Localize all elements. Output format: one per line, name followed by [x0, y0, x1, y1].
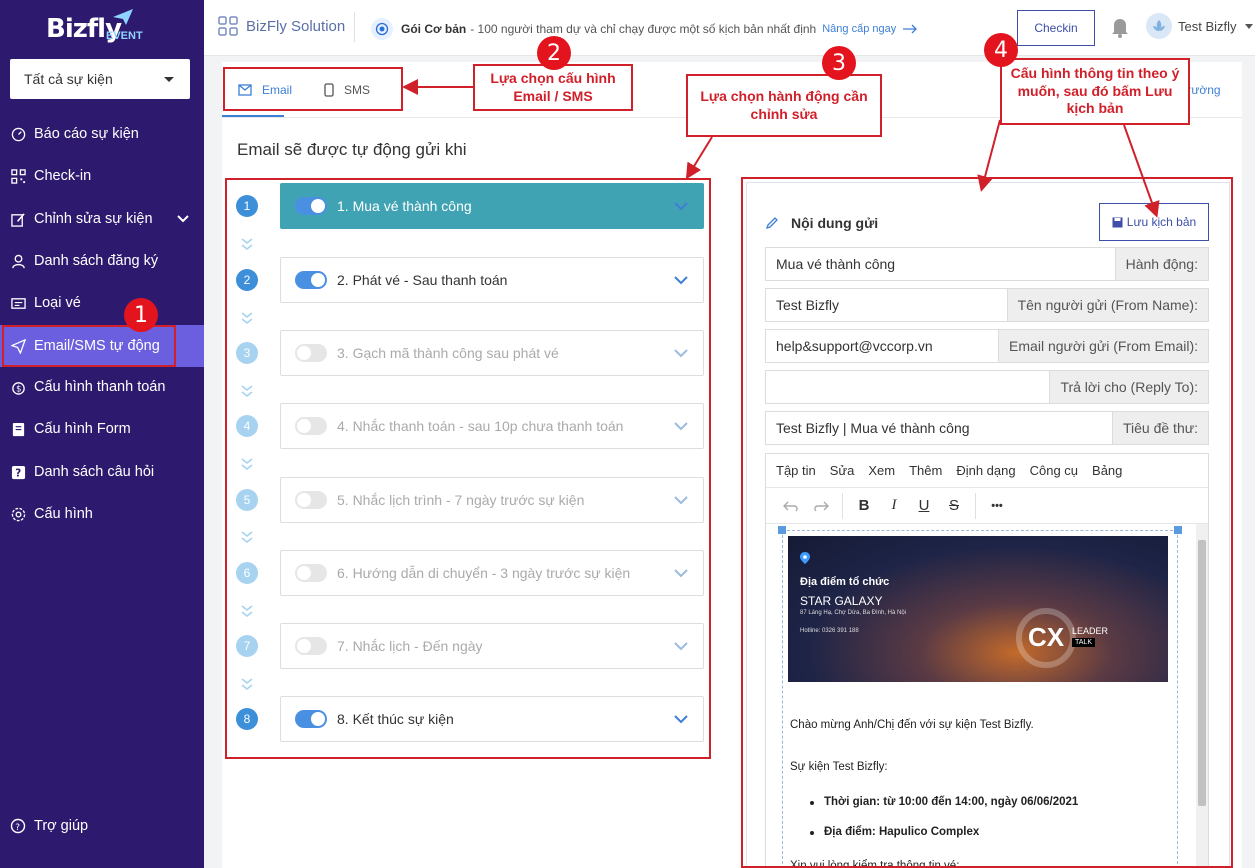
grid-apps-icon	[218, 16, 238, 36]
qr-icon	[10, 168, 26, 184]
caret-down-icon	[1244, 23, 1253, 29]
sidebar-item-edit-event[interactable]: Chỉnh sửa sự kiện	[0, 199, 204, 239]
sidebar-item-reports[interactable]: Báo cáo sự kiện	[0, 114, 204, 154]
sidebar-item-label: Báo cáo sự kiện	[34, 126, 139, 142]
step-badge-2: 2	[537, 36, 571, 70]
user-menu[interactable]: Test Bizfly	[1146, 13, 1253, 39]
question-icon: ?	[10, 464, 26, 480]
solution-switcher[interactable]: BizFly Solution	[218, 16, 345, 36]
sidebar-item-registrations[interactable]: Danh sách đăng ký	[0, 241, 204, 281]
sidebar-item-label: Loại vé	[34, 295, 81, 311]
step-badge-1: 1	[124, 298, 158, 332]
highlight-box-panel	[741, 177, 1233, 868]
svg-text:?: ?	[15, 467, 21, 479]
sidebar-item-label: Cấu hình	[34, 506, 93, 522]
form-icon	[10, 421, 26, 437]
highlight-box-tabs	[223, 67, 403, 111]
section-title: Email sẽ được tự động gửi khi	[237, 140, 467, 159]
sidebar-item-label: Chỉnh sửa sự kiện	[34, 211, 153, 227]
edit-icon	[10, 211, 26, 227]
callout-3: Lựa chọn hành động cần chỉnh sửa	[686, 74, 882, 137]
divider	[354, 12, 355, 42]
event-select[interactable]: Tất cả sự kiện	[10, 59, 190, 99]
gear-icon	[10, 506, 26, 522]
arrow-right-icon[interactable]	[902, 24, 918, 34]
solution-label: BizFly Solution	[246, 17, 346, 35]
sidebar-item-label: Check-in	[34, 168, 92, 184]
user-name: Test Bizfly	[1178, 18, 1237, 34]
user-icon	[10, 253, 26, 269]
caret-down-icon	[164, 77, 174, 82]
avatar	[1146, 13, 1172, 39]
plan-info: Gói Cơ bản - 100 người tham dự và chỉ ch…	[371, 18, 918, 40]
sidebar-item-form-config[interactable]: Cấu hình Form	[0, 409, 204, 449]
help-icon: ?	[10, 818, 26, 834]
bell-icon[interactable]	[1110, 16, 1130, 38]
help-link[interactable]: ? Trợ giúp	[10, 818, 88, 834]
callout-2: Lựa chọn cấu hình Email / SMS	[473, 64, 633, 111]
event-select-value: Tất cả sự kiện	[24, 71, 113, 87]
sidebar: Bizfly EVENT Tất cả sự kiện Báo cáo sự k…	[0, 0, 204, 868]
chevron-down-icon	[177, 215, 189, 223]
highlight-box-steps	[225, 178, 711, 759]
checkin-button[interactable]: Checkin	[1017, 10, 1095, 46]
help-label: Trợ giúp	[34, 818, 89, 834]
ticket-icon	[10, 295, 26, 311]
step-badge-4: 4	[984, 33, 1018, 67]
plan-name: Gói Cơ bản	[401, 22, 467, 36]
sidebar-item-questions[interactable]: ? Danh sách câu hỏi	[0, 452, 204, 492]
callout-4: Cấu hình thông tin theo ý muốn, sau đó b…	[1000, 58, 1190, 125]
sidebar-item-label: Cấu hình thanh toán	[34, 379, 166, 395]
logo-sub-text: EVENT	[106, 30, 143, 42]
top-bar: BizFly Solution Gói Cơ bản - 100 người t…	[204, 0, 1255, 56]
sidebar-item-label: Danh sách đăng ký	[34, 253, 159, 269]
broadcast-icon	[371, 18, 393, 40]
paper-plane-icon	[113, 9, 133, 25]
upgrade-link[interactable]: Nâng cấp ngay	[822, 23, 896, 35]
step-badge-3: 3	[822, 46, 856, 80]
sidebar-item-settings[interactable]: Cấu hình	[0, 494, 204, 534]
svg-text:?: ?	[15, 823, 20, 833]
sidebar-item-label: Danh sách câu hỏi	[34, 464, 155, 480]
plan-desc: - 100 người tham dự và chỉ chạy được một…	[470, 22, 817, 36]
money-icon: $	[10, 379, 26, 395]
sidebar-item-ticket-types[interactable]: Loại vé	[0, 283, 204, 323]
bizfly-logo[interactable]: Bizfly EVENT	[46, 8, 166, 44]
sidebar-item-payment[interactable]: $ Cấu hình thanh toán	[0, 367, 204, 407]
sidebar-item-checkin[interactable]: Check-in	[0, 156, 204, 196]
sidebar-item-label: Cấu hình Form	[34, 421, 131, 437]
svg-text:$: $	[16, 383, 21, 393]
highlight-box-sidebar	[2, 325, 176, 367]
gauge-icon	[10, 126, 26, 142]
